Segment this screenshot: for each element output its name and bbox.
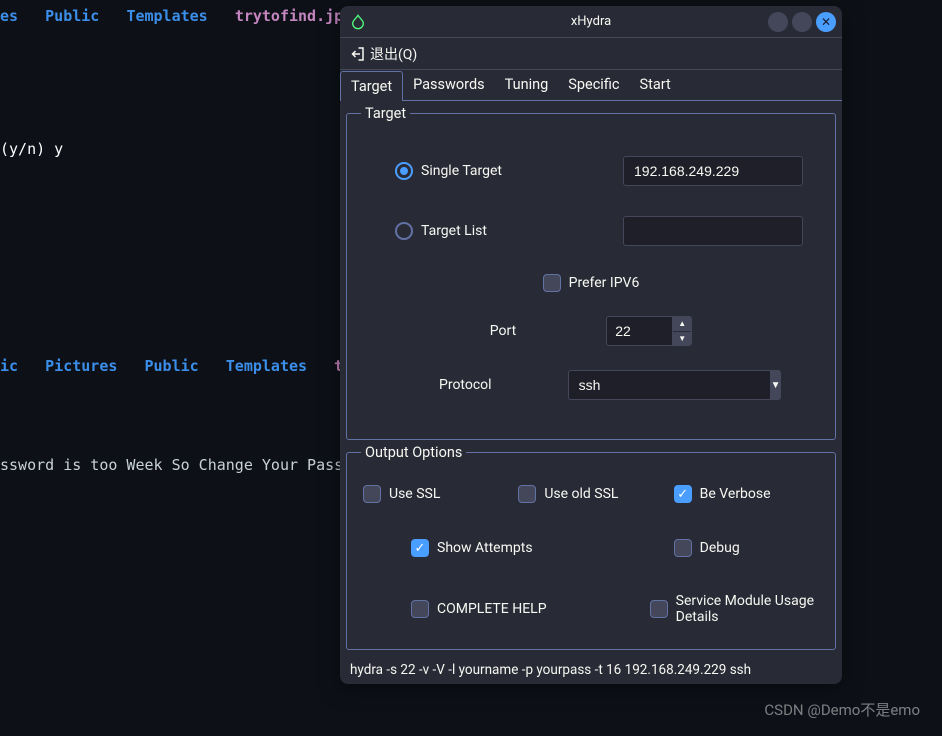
target-legend: Target xyxy=(361,105,410,122)
checkbox-icon xyxy=(674,539,692,557)
radio-icon xyxy=(395,162,413,180)
radio-icon xyxy=(395,222,413,240)
output-options-fieldset: Output Options Use SSL Use old SSL ✓ Be … xyxy=(346,444,836,650)
tab-target[interactable]: Target xyxy=(340,71,403,101)
tabs: Target Passwords Tuning Specific Start xyxy=(340,70,842,101)
terminal-text: Templates xyxy=(226,357,307,375)
exit-icon xyxy=(348,45,366,63)
be-verbose-checkbox[interactable]: ✓ Be Verbose xyxy=(674,485,819,503)
maximize-button[interactable] xyxy=(792,12,812,32)
port-up-button[interactable]: ▲ xyxy=(673,317,691,332)
use-old-ssl-label: Use old SSL xyxy=(544,486,618,502)
checkbox-icon xyxy=(363,485,381,503)
debug-label: Debug xyxy=(700,540,740,556)
port-spinner[interactable]: ▲ ▼ xyxy=(606,316,692,346)
port-down-button[interactable]: ▼ xyxy=(673,332,691,346)
close-button[interactable]: ✕ xyxy=(816,12,836,32)
watermark: CSDN @Demo不是emo xyxy=(764,699,920,720)
protocol-dropdown[interactable]: ▼ xyxy=(568,370,780,400)
terminal-text: trytofind.jpg xyxy=(235,7,352,25)
exit-menu-item[interactable]: 退出(Q) xyxy=(370,44,417,64)
debug-checkbox[interactable]: Debug xyxy=(674,539,819,557)
complete-help-checkbox[interactable]: COMPLETE HELP xyxy=(363,593,664,625)
service-module-checkbox[interactable]: Service Module Usage Details xyxy=(650,593,819,625)
window-title: xHydra xyxy=(571,14,611,29)
port-label: Port xyxy=(490,323,516,339)
terminal-text: es xyxy=(0,7,18,25)
terminal-text: Public xyxy=(145,357,199,375)
single-target-radio[interactable]: Single Target xyxy=(395,162,502,180)
target-list-input[interactable] xyxy=(623,216,803,246)
prefer-ipv6-checkbox[interactable]: Prefer IPV6 xyxy=(543,274,640,292)
use-ssl-label: Use SSL xyxy=(389,486,440,502)
target-fieldset: Target Single Target Target List xyxy=(346,105,836,440)
terminal-text: Templates xyxy=(126,7,207,25)
tab-start[interactable]: Start xyxy=(629,70,680,100)
checkbox-icon: ✓ xyxy=(411,539,429,557)
terminal-text: ic xyxy=(0,357,18,375)
checkbox-icon xyxy=(411,600,429,618)
checkbox-icon xyxy=(543,274,561,292)
prefer-ipv6-label: Prefer IPV6 xyxy=(569,275,640,291)
app-icon xyxy=(350,14,366,30)
checkbox-icon xyxy=(650,600,668,618)
use-ssl-checkbox[interactable]: Use SSL xyxy=(363,485,508,503)
single-target-input[interactable] xyxy=(623,156,803,186)
checkbox-icon: ✓ xyxy=(674,485,692,503)
complete-help-label: COMPLETE HELP xyxy=(437,601,547,617)
terminal-text: Public xyxy=(45,7,99,25)
tab-tuning[interactable]: Tuning xyxy=(495,70,559,100)
terminal-background: es Public Templates trytofind.jpg Videos… xyxy=(0,0,942,4)
terminal-text: (y/n) y xyxy=(0,137,63,161)
dropdown-button[interactable]: ▼ xyxy=(770,370,782,400)
output-options-legend: Output Options xyxy=(361,444,466,461)
tab-passwords[interactable]: Passwords xyxy=(403,70,495,100)
terminal-text: ssword is too Week So Change Your Passwo… xyxy=(0,453,379,477)
show-attempts-label: Show Attempts xyxy=(437,540,533,556)
protocol-input[interactable] xyxy=(568,370,770,400)
show-attempts-checkbox[interactable]: ✓ Show Attempts xyxy=(363,539,664,557)
terminal-text: Pictures xyxy=(45,357,117,375)
panel: Target Single Target Target List xyxy=(340,101,842,656)
port-input[interactable] xyxy=(606,316,672,346)
minimize-button[interactable] xyxy=(768,12,788,32)
tab-specific[interactable]: Specific xyxy=(558,70,629,100)
xhydra-window: xHydra ✕ 退出(Q) Target Passwords Tuning S… xyxy=(340,6,842,684)
use-old-ssl-checkbox[interactable]: Use old SSL xyxy=(518,485,663,503)
single-target-label: Single Target xyxy=(421,163,502,179)
titlebar[interactable]: xHydra ✕ xyxy=(340,6,842,38)
target-list-label: Target List xyxy=(421,223,487,239)
be-verbose-label: Be Verbose xyxy=(700,486,771,502)
status-bar: hydra -s 22 -v -V -l yourname -p yourpas… xyxy=(340,656,842,684)
protocol-label: Protocol xyxy=(439,377,492,393)
service-module-label: Service Module Usage Details xyxy=(676,593,819,625)
menubar: 退出(Q) xyxy=(340,38,842,70)
target-list-radio[interactable]: Target List xyxy=(395,222,487,240)
checkbox-icon xyxy=(518,485,536,503)
